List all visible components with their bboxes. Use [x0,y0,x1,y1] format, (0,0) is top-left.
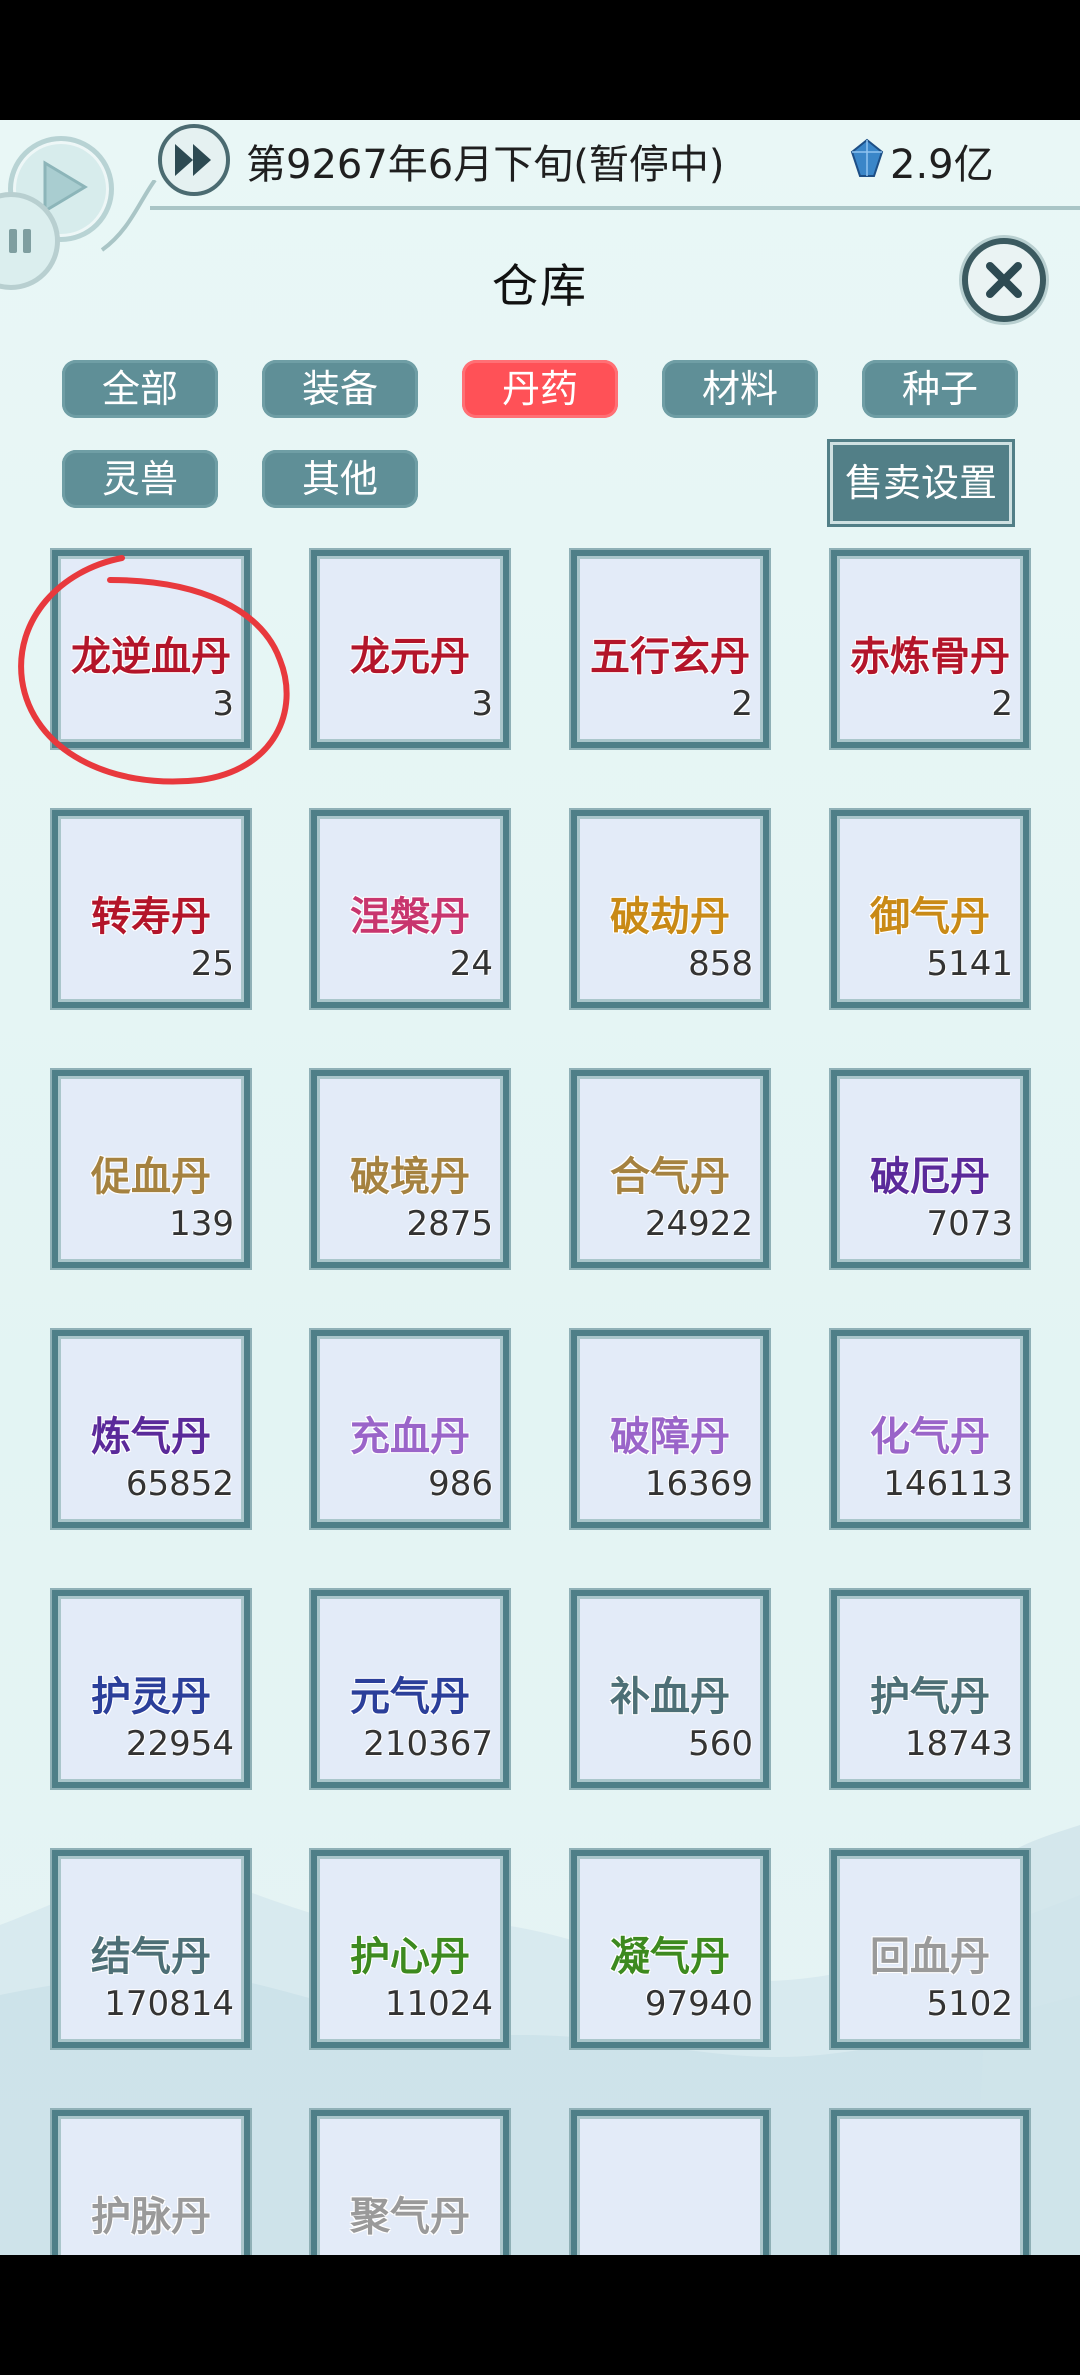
game-date: 第9267年6月下旬(暂停中) [246,142,725,188]
item-slot[interactable]: 破障丹 16369 [571,1330,769,1528]
item-name: 元气丹 [350,1674,470,1720]
item-count: 24 [449,944,493,984]
item-name: 炼气丹 [91,1414,211,1460]
item-slot[interactable]: 充血丹 986 [311,1330,509,1528]
item-count: 97940 [644,1984,753,2024]
item-count: 18743 [904,1724,1013,1764]
item-slot[interactable]: 护心丹 11024 [311,1850,509,2048]
tab-materials[interactable]: 材料 [662,360,818,418]
item-name: 赤炼骨丹 [850,634,1010,680]
item-slot[interactable]: 五行玄丹 2 [571,550,769,748]
item-count: 5102 [926,1984,1013,2024]
item-count: 16369 [644,1464,753,1504]
tab-all[interactable]: 全部 [62,360,218,418]
fast-forward-button[interactable] [158,124,230,196]
item-name: 破境丹 [350,1154,470,1200]
warehouse-screen: 第9267年6月下旬(暂停中) 2.9亿 仓库 全部 装备 丹药 材料 种子 灵… [0,120,1080,2255]
item-name: 充血丹 [350,1414,470,1460]
spirit-stone-amount: 2.9亿 [890,142,994,188]
item-name: 凝气丹 [610,1934,730,1980]
item-count: 7073 [926,1204,1013,1244]
item-name: 破障丹 [610,1414,730,1460]
item-slot[interactable]: 涅槃丹 24 [311,810,509,1008]
item-count: 139 [169,1204,234,1244]
fast-forward-icon [175,144,211,176]
item-slot[interactable]: 护气丹 18743 [831,1590,1029,1788]
item-slot[interactable] [831,2110,1029,2255]
item-name: 化气丹 [870,1414,990,1460]
item-name: 龙元丹 [350,634,470,680]
item-count: 22954 [125,1724,234,1764]
item-slot[interactable]: 凝气丹 97940 [571,1850,769,2048]
item-slot[interactable]: 补血丹 560 [571,1590,769,1788]
item-name: 破厄丹 [870,1154,990,1200]
item-count: 25 [190,944,234,984]
item-name: 补血丹 [610,1674,730,1720]
item-slot[interactable]: 合气丹 24922 [571,1070,769,1268]
item-name: 五行玄丹 [590,634,750,680]
item-slot[interactable]: 聚气丹 [311,2110,509,2255]
tab-others[interactable]: 其他 [262,450,418,508]
item-slot[interactable]: 回血丹 5102 [831,1850,1029,2048]
item-count: 2875 [406,1204,493,1244]
item-slot[interactable]: 龙元丹 3 [311,550,509,748]
tab-spirit-beasts[interactable]: 灵兽 [62,450,218,508]
page-title: 仓库 [492,259,588,313]
item-count: 3 [471,684,493,724]
item-name: 涅槃丹 [350,894,470,940]
item-slot[interactable]: 炼气丹 65852 [52,1330,250,1528]
annotation-circle [18,555,290,785]
close-icon [986,262,1022,298]
item-slot[interactable]: 结气丹 170814 [52,1850,250,2048]
item-slot[interactable]: 化气丹 146113 [831,1330,1029,1528]
close-button[interactable] [962,238,1046,322]
item-count: 2 [731,684,753,724]
item-count: 210367 [363,1724,493,1764]
tab-equipment[interactable]: 装备 [262,360,418,418]
item-name: 护心丹 [350,1934,470,1980]
item-count: 65852 [125,1464,234,1504]
item-slot[interactable]: 破劫丹 858 [571,810,769,1008]
item-name: 结气丹 [91,1934,211,1980]
item-name: 聚气丹 [350,2194,470,2240]
item-count: 170814 [104,1984,234,2024]
item-name: 回血丹 [870,1934,990,1980]
item-slot[interactable] [571,2110,769,2255]
item-count: 858 [688,944,753,984]
item-slot[interactable]: 护脉丹 [52,2110,250,2255]
spirit-stone-icon [850,138,884,177]
item-slot[interactable]: 元气丹 210367 [311,1590,509,1788]
top-bar: 第9267年6月下旬(暂停中) 2.9亿 [0,120,1080,290]
item-slot[interactable]: 赤炼骨丹 2 [831,550,1029,748]
item-name: 御气丹 [870,894,990,940]
item-count: 24922 [644,1204,753,1244]
tab-pills[interactable]: 丹药 [462,360,618,418]
item-count: 560 [688,1724,753,1764]
item-count: 986 [428,1464,493,1504]
item-name: 破劫丹 [610,894,730,940]
item-count: 146113 [883,1464,1013,1504]
item-name: 护灵丹 [91,1674,211,1720]
item-name: 护气丹 [870,1674,990,1720]
item-count: 2 [991,684,1013,724]
item-name: 合气丹 [610,1154,730,1200]
sell-settings-button[interactable]: 售卖设置 [827,439,1015,527]
item-slot[interactable]: 护灵丹 22954 [52,1590,250,1788]
item-slot[interactable]: 御气丹 5141 [831,810,1029,1008]
item-count: 11024 [384,1984,493,2024]
item-slot[interactable]: 促血丹 139 [52,1070,250,1268]
item-name: 促血丹 [91,1154,211,1200]
item-name: 护脉丹 [91,2194,211,2240]
item-count: 5141 [926,944,1013,984]
tab-seeds[interactable]: 种子 [862,360,1018,418]
item-slot[interactable]: 破厄丹 7073 [831,1070,1029,1268]
item-slot[interactable]: 破境丹 2875 [311,1070,509,1268]
